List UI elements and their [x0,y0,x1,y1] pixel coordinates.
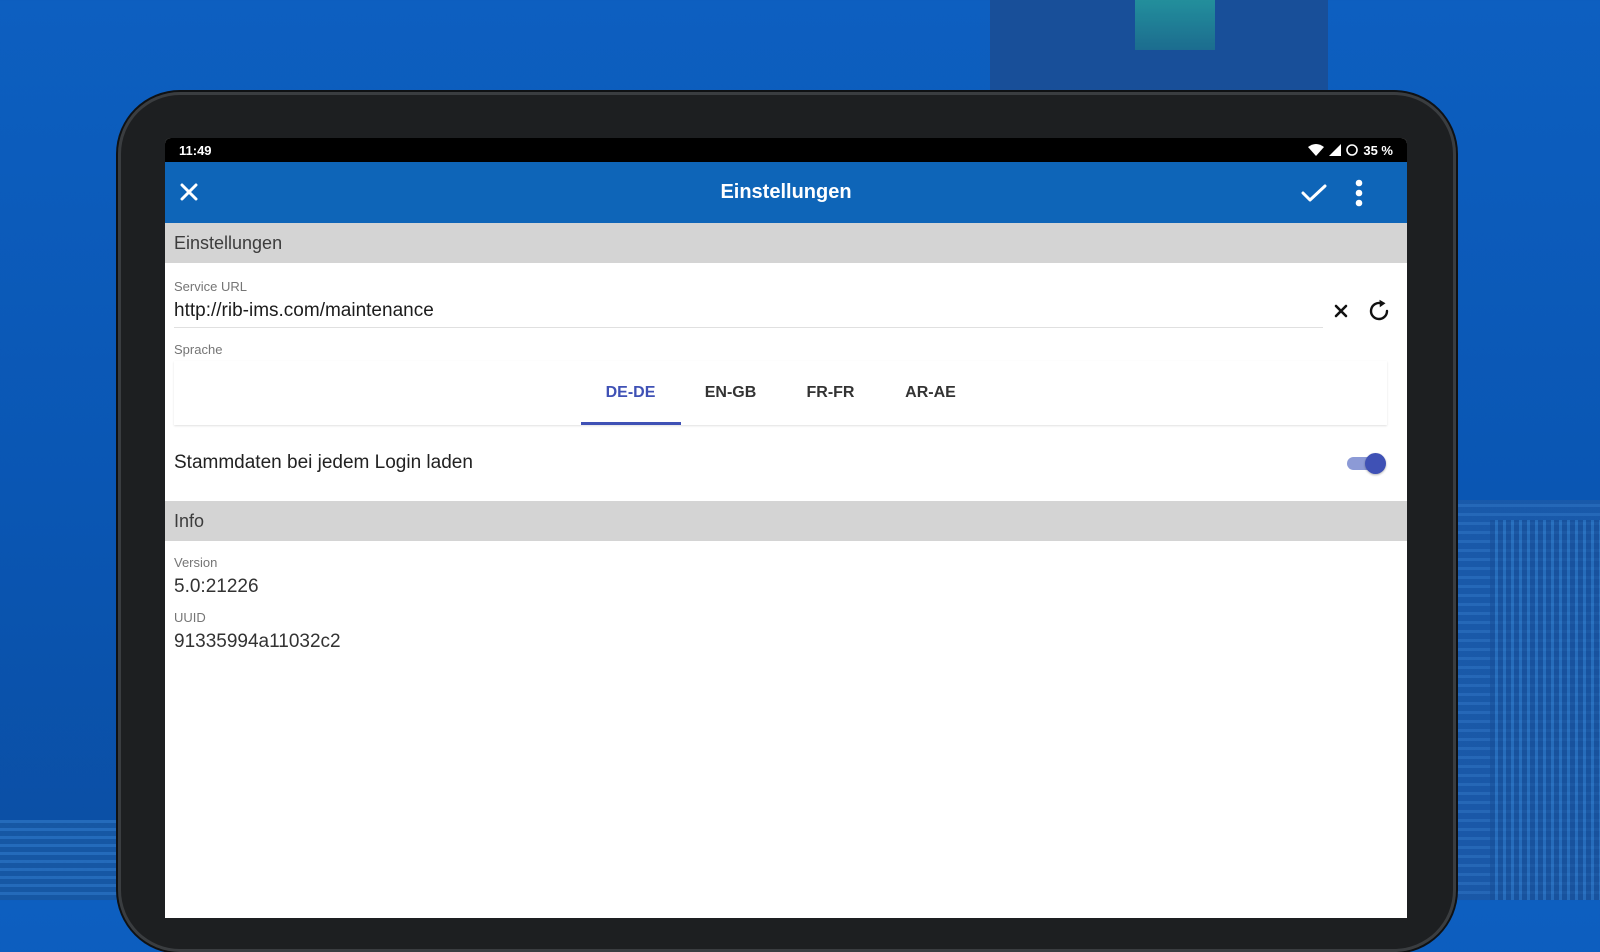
battery-level: 35 % [1363,142,1393,158]
language-tabs: DE-DE EN-GB FR-FR AR-AE [174,361,1387,425]
version-block: Version 5.0:21226 [165,555,1407,598]
tablet-frame: 11:49 35 % Einstellungen Einstellungen S… [118,92,1456,952]
tab-en-gb[interactable]: EN-GB [681,361,781,425]
signal-icon [1329,144,1342,156]
clear-icon [1334,304,1348,318]
service-url-input[interactable] [174,294,1323,328]
clear-url-button[interactable] [1323,294,1359,328]
status-time: 11:49 [179,142,212,158]
uuid-value: 91335994a11032c2 [174,631,341,652]
switch-thumb [1365,453,1386,474]
service-url-row [174,294,1399,328]
tab-fr-fr[interactable]: FR-FR [781,361,881,425]
wifi-icon [1308,144,1325,156]
close-button[interactable] [173,176,205,208]
battery-saver-icon [1346,144,1359,156]
app-bar: Einstellungen [165,162,1407,223]
version-value: 5.0:21226 [174,576,259,597]
more-options-button[interactable] [1347,176,1371,210]
check-icon [1301,184,1327,202]
status-bar: 11:49 35 % [165,138,1407,162]
tab-ar-ae[interactable]: AR-AE [881,361,981,425]
background-building [990,0,1328,92]
masterdata-toggle-switch[interactable] [1345,451,1387,475]
section-header-info: Info [165,501,1407,541]
more-vert-icon [1355,179,1363,207]
tab-de-de[interactable]: DE-DE [580,361,681,425]
version-label: Version [174,555,218,570]
tablet-screen: 11:49 35 % Einstellungen Einstellungen S… [165,138,1407,918]
background-building [1490,520,1600,900]
uuid-block: UUID 91335994a11032c2 [165,610,1407,653]
masterdata-toggle-label: Stammdaten bei jedem Login laden [174,452,473,473]
page-title: Einstellungen [720,181,852,203]
confirm-button[interactable] [1297,176,1331,210]
language-label: Sprache [174,342,223,357]
service-url-label: Service URL [174,279,247,294]
reset-url-button[interactable] [1359,294,1399,328]
status-icons: 35 % [1308,143,1393,158]
masterdata-toggle-row: Stammdaten bei jedem Login laden [165,425,1407,501]
uuid-label: UUID [174,610,206,625]
section-header-settings: Einstellungen [165,223,1407,263]
refresh-icon [1369,299,1389,321]
close-icon [180,183,198,201]
